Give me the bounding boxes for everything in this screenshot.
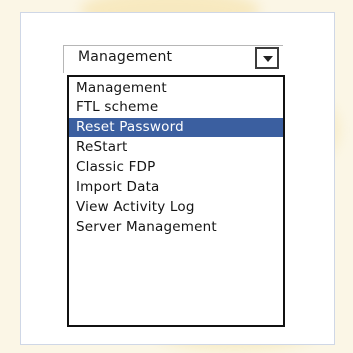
dropdown-list[interactable]: Management FTL scheme Reset Password ReS… (67, 75, 285, 327)
option-ftl-scheme[interactable]: FTL scheme (69, 98, 283, 117)
dropdown-button[interactable] (255, 47, 279, 69)
select-current-value: Management (78, 49, 173, 65)
option-management[interactable]: Management (69, 79, 283, 98)
chevron-down-icon (263, 56, 273, 62)
option-restart[interactable]: ReStart (69, 138, 283, 157)
option-server-management[interactable]: Server Management (69, 218, 283, 237)
option-view-activity-log[interactable]: View Activity Log (69, 198, 283, 217)
option-import-data[interactable]: Import Data (69, 178, 283, 197)
option-classic-fdp[interactable]: Classic FDP (69, 158, 283, 177)
option-reset-password[interactable]: Reset Password (69, 118, 283, 137)
management-select[interactable]: Management (63, 45, 283, 73)
